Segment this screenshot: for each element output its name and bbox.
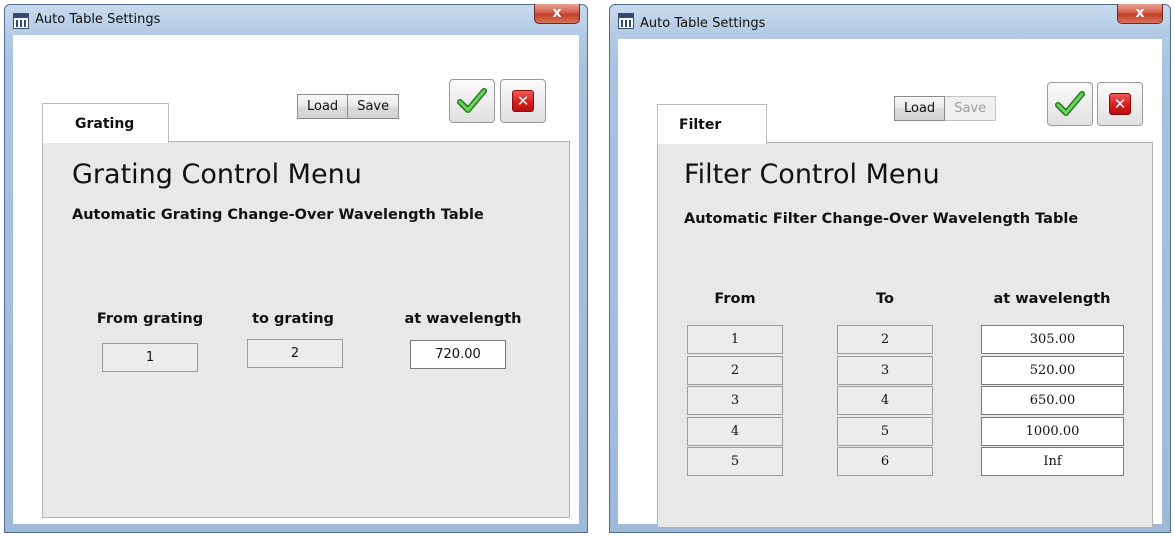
col-at-wavelength: at wavelength [404,311,522,327]
grating-panel [42,141,570,518]
cancel-x-icon: ✕ [512,90,534,112]
tab-grating-label: Grating [75,116,135,132]
to-field: 2 [837,325,933,354]
cancel-button[interactable]: ✕ [1097,82,1143,126]
to-grating-field: 2 [247,339,343,368]
wavelength-input[interactable]: 1000.00 [981,416,1124,446]
app-icon [618,13,634,29]
titlebar[interactable]: Auto Table Settings x [610,4,1170,35]
save-button[interactable]: Save [945,96,997,121]
tab-filter-label: Filter [679,117,722,133]
wavelength-input[interactable]: 305.00 [981,325,1124,354]
load-button[interactable]: Load [297,94,349,119]
titlebar[interactable]: Auto Table Settings x [5,4,587,35]
wavelength-input[interactable]: 720.00 [410,340,506,369]
col-to: To [876,291,894,307]
to-field: 5 [837,416,933,446]
col-at-wavelength: at wavelength [993,291,1111,307]
table-subtitle: Automatic Grating Change-Over Wavelength… [72,207,484,223]
col-to-grating: to grating [252,311,334,327]
cancel-button[interactable]: ✕ [500,79,546,123]
wavelength-input[interactable]: 520.00 [981,355,1124,385]
from-grating-field: 1 [102,343,198,372]
to-field: 4 [837,386,933,415]
from-field: 1 [687,325,783,354]
ok-button[interactable] [449,79,495,123]
check-icon [457,88,487,113]
from-field: 5 [687,447,783,476]
from-field: 2 [687,355,783,385]
left-window: Auto Table Settings x Grating Load Save … [4,4,588,533]
col-from-grating: From grating [96,311,204,327]
client-area: Filter Load Save ✕ Filter Control Menu A… [618,39,1162,528]
wavelength-input[interactable]: 650.00 [981,386,1124,415]
check-icon [1055,91,1085,116]
from-field: 3 [687,386,783,415]
app-icon [13,13,29,29]
right-window: Auto Table Settings x Filter Load Save ✕… [609,4,1171,533]
tab-grating[interactable]: Grating [42,103,169,143]
client-area: Grating Load Save ✕ Grating Control Menu… [13,35,579,524]
wavelength-input[interactable]: Inf [981,447,1124,476]
window-title: Auto Table Settings [640,16,766,31]
col-from: From [714,291,756,307]
window-close-button[interactable]: x [534,4,580,24]
window-close-button[interactable]: x [1117,4,1163,24]
table-subtitle: Automatic Filter Change-Over Wavelength … [684,211,1079,227]
load-button[interactable]: Load [894,96,946,121]
page-title: Grating Control Menu [72,159,362,190]
page-title: Filter Control Menu [684,159,940,190]
from-field: 4 [687,416,783,446]
ok-button[interactable] [1047,82,1093,126]
to-field: 6 [837,447,933,476]
cancel-x-icon: ✕ [1109,93,1131,115]
save-button[interactable]: Save [348,94,400,119]
to-field: 3 [837,355,933,385]
tab-filter[interactable]: Filter [657,104,767,144]
window-title: Auto Table Settings [35,12,161,27]
